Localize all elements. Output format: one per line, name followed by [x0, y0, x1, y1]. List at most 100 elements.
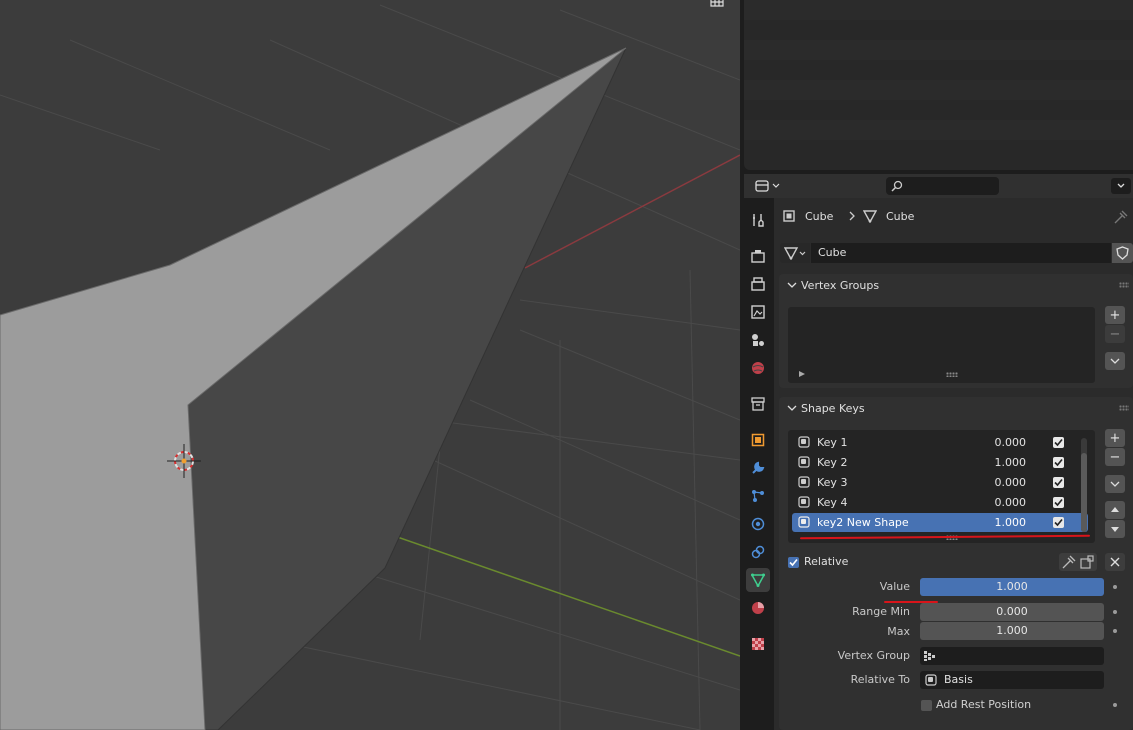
- move-shape-key-down-button[interactable]: [1105, 520, 1125, 538]
- view-layer-icon: [751, 305, 765, 319]
- chevron-down-icon: [787, 282, 797, 288]
- shape-keys-list[interactable]: Key 1 0.000 Key 2 1.000 Key 3 0.000 Key …: [788, 430, 1095, 543]
- keyframe-dot-icon[interactable]: [1113, 610, 1117, 614]
- mesh-data-icon: [784, 247, 806, 260]
- mesh-data-tab[interactable]: [746, 568, 770, 592]
- outliner-row: [744, 80, 1133, 100]
- shape-key-mute-checkbox[interactable]: [1053, 517, 1064, 528]
- relative-to-field[interactable]: Basis: [920, 671, 1104, 689]
- options-dropdown-button[interactable]: [1111, 178, 1131, 194]
- shape-key-value[interactable]: 1.000: [966, 516, 1027, 529]
- shape-key-mute-checkbox[interactable]: [1053, 437, 1064, 448]
- range-min-field[interactable]: 0.000: [920, 603, 1104, 621]
- tool-tab[interactable]: [746, 208, 770, 232]
- shape-keys-title: Shape Keys: [801, 402, 865, 415]
- vertex-group-field[interactable]: [920, 647, 1104, 665]
- clear-shape-keys-button[interactable]: [1105, 553, 1125, 571]
- breadcrumb-data[interactable]: Cube: [886, 210, 914, 223]
- texture-tab[interactable]: [746, 632, 770, 656]
- shape-key-row[interactable]: Key 1 0.000: [792, 433, 1088, 452]
- scene-tab[interactable]: [746, 328, 770, 352]
- edit-mode-icon[interactable]: [1080, 555, 1094, 569]
- mesh-browse-button[interactable]: [780, 243, 810, 263]
- shape-key-row[interactable]: Key 4 0.000: [792, 493, 1088, 512]
- add-vertex-group-button[interactable]: +: [1105, 306, 1125, 324]
- keyframe-dot-icon[interactable]: [1113, 629, 1117, 633]
- list-scrollbar[interactable]: [1081, 438, 1087, 532]
- vertex-group-label: Vertex Group: [837, 649, 910, 662]
- shape-key-name[interactable]: Key 4: [817, 496, 847, 509]
- shape-key-value[interactable]: 0.000: [966, 476, 1027, 489]
- chevron-down-icon: [1117, 183, 1125, 188]
- outliner-row: [744, 140, 1133, 160]
- shape-key-name[interactable]: key2 New Shape: [817, 516, 909, 529]
- shape-key-name[interactable]: Key 1: [817, 436, 847, 449]
- shape-key-specials-button[interactable]: [1105, 475, 1125, 493]
- particles-tab[interactable]: [746, 484, 770, 508]
- shape-key-value[interactable]: 1.000: [966, 456, 1027, 469]
- shape-key-mute-checkbox[interactable]: [1053, 497, 1064, 508]
- fake-user-button[interactable]: [1112, 243, 1133, 263]
- search-input[interactable]: [886, 177, 999, 195]
- add-rest-position-checkbox[interactable]: [921, 700, 932, 711]
- triangle-right-icon[interactable]: [798, 370, 806, 378]
- shape-key-row[interactable]: Key 2 1.000: [792, 453, 1088, 472]
- pin-icon[interactable]: [1062, 555, 1076, 569]
- chevron-down-icon: [1110, 481, 1120, 487]
- drag-handle-icon[interactable]: [1119, 282, 1129, 288]
- shape-key-value[interactable]: 0.000: [966, 436, 1027, 449]
- shape-key-icon: [925, 674, 937, 686]
- constraints-tab[interactable]: [746, 540, 770, 564]
- shape-key-row[interactable]: Key 3 0.000: [792, 473, 1088, 492]
- shape-key-mute-checkbox[interactable]: [1053, 457, 1064, 468]
- shape-keys-header[interactable]: Shape Keys: [779, 397, 1133, 421]
- mesh-name-field[interactable]: Cube: [811, 243, 1111, 263]
- max-field[interactable]: 1.000: [920, 622, 1104, 640]
- vertex-groups-list[interactable]: [788, 307, 1095, 383]
- object-tab[interactable]: [746, 428, 770, 452]
- collection-tab[interactable]: [746, 392, 770, 416]
- world-tab[interactable]: [746, 356, 770, 380]
- drag-handle-icon[interactable]: [1119, 405, 1129, 411]
- physics-tab[interactable]: [746, 512, 770, 536]
- shape-key-row-selected[interactable]: key2 New Shape 1.000: [792, 513, 1088, 532]
- shape-key-name[interactable]: Key 2: [817, 456, 847, 469]
- editor-type-button[interactable]: [754, 178, 782, 194]
- shield-icon: [1116, 246, 1129, 260]
- value-slider[interactable]: 1.000: [920, 578, 1104, 596]
- grid-view-icon[interactable]: [709, 0, 725, 8]
- search-icon: [891, 180, 903, 192]
- shape-key-mute-checkbox[interactable]: [1053, 477, 1064, 488]
- 3d-viewport[interactable]: [0, 0, 740, 730]
- object-icon: [783, 210, 795, 222]
- move-shape-key-up-button[interactable]: [1105, 501, 1125, 519]
- remove-shape-key-button[interactable]: −: [1105, 448, 1125, 466]
- world-icon: [752, 362, 764, 374]
- view-layer-tab[interactable]: [746, 300, 770, 324]
- scrollbar-thumb[interactable]: [1081, 453, 1087, 532]
- render-tab[interactable]: [746, 244, 770, 268]
- mesh-data-icon: [863, 210, 877, 223]
- checkmark-icon: [789, 558, 798, 567]
- shape-key-name[interactable]: Key 3: [817, 476, 847, 489]
- add-shape-key-button[interactable]: +: [1105, 429, 1125, 447]
- outliner-panel[interactable]: [744, 0, 1133, 170]
- relative-checkbox[interactable]: [788, 557, 799, 568]
- keyframe-dot-icon[interactable]: [1113, 585, 1117, 589]
- output-icon: [751, 277, 765, 291]
- chevron-down-icon: [787, 405, 797, 411]
- modifier-tab[interactable]: [746, 456, 770, 480]
- shape-key-value[interactable]: 0.000: [966, 496, 1027, 509]
- remove-vertex-group-button[interactable]: −: [1105, 325, 1125, 343]
- keyframe-dot-icon[interactable]: [1113, 703, 1117, 707]
- output-tab[interactable]: [746, 272, 770, 296]
- material-tab[interactable]: [746, 596, 770, 620]
- outliner-row: [744, 120, 1133, 140]
- breadcrumb-object[interactable]: Cube: [805, 210, 833, 223]
- vertex-group-specials-button[interactable]: [1105, 352, 1125, 370]
- relative-label: Relative: [804, 555, 849, 568]
- pin-icon[interactable]: [1114, 210, 1128, 224]
- list-resize-handle[interactable]: [946, 372, 958, 377]
- vertex-groups-header[interactable]: Vertex Groups: [779, 274, 1133, 298]
- outliner-row: [744, 60, 1133, 80]
